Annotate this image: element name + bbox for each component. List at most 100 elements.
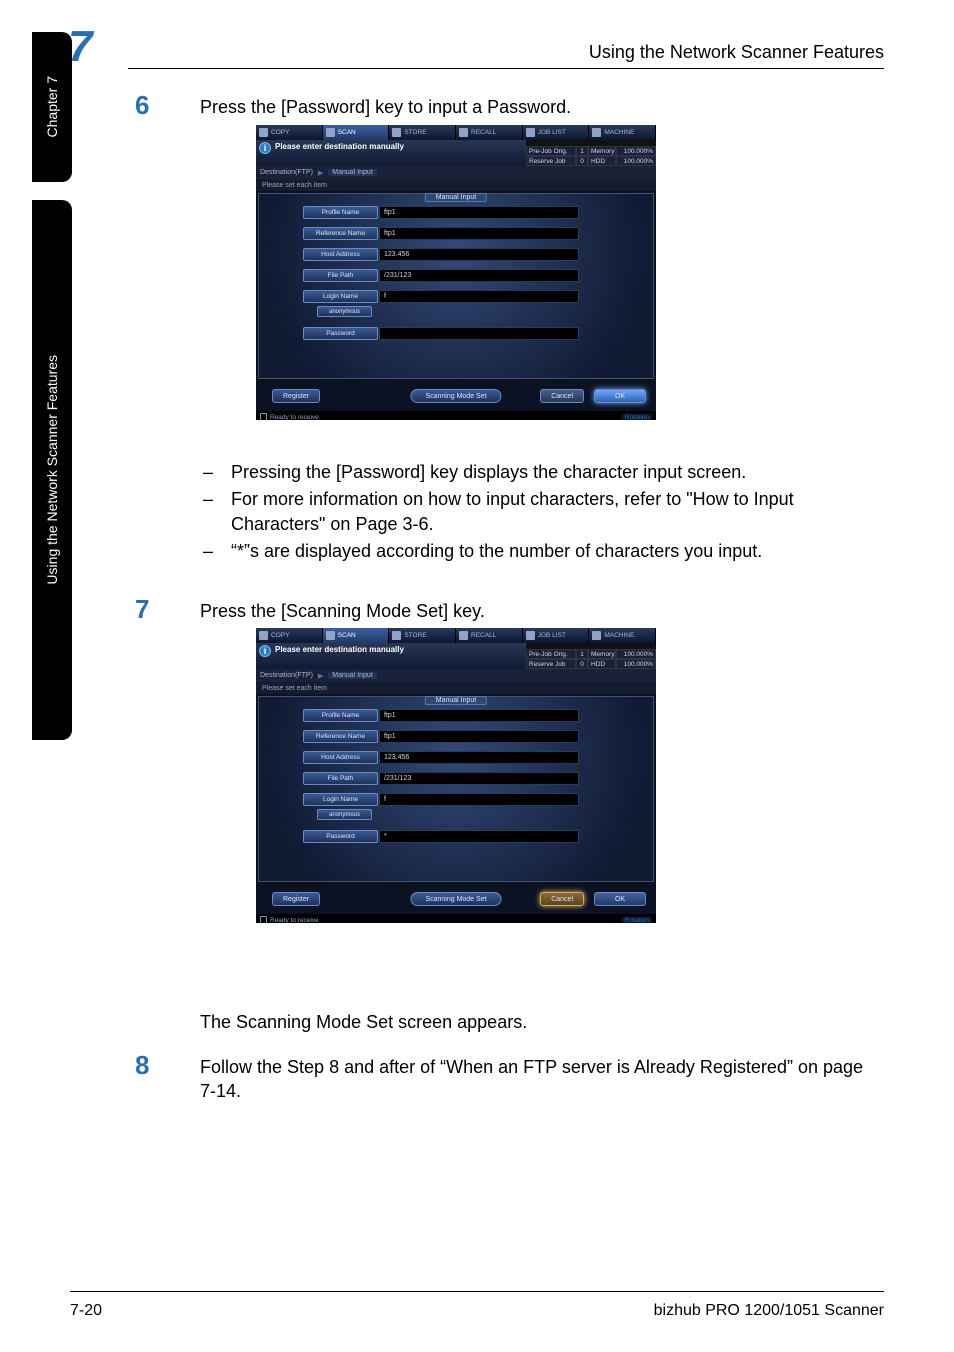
step-6-text: Press the [Password] key to input a Pass… [200,95,884,119]
ss-form-tab: Manual Input [425,696,487,705]
password-button[interactable]: Password [303,327,378,340]
login-name-value: f [379,290,579,303]
store-icon [392,631,401,640]
ss-tab-recall[interactable]: RECALL [456,628,523,643]
rotation-indicator: Rotation [622,917,652,924]
ss-message: iPlease enter destination manually [256,140,526,166]
ss-tab-recall[interactable]: RECALL [456,125,523,140]
footer-left: 7-20 [70,1302,102,1320]
bullet-2: For more information on how to input cha… [231,487,884,536]
register-button[interactable]: Register [272,892,320,906]
ss-tab-joblist[interactable]: JOB LIST [523,125,590,140]
info-icon: i [259,142,271,154]
login-name-value: f [379,793,579,806]
ok-button[interactable]: OK [594,892,646,906]
recall-icon [459,631,468,640]
screenshot-2: COPY SCAN STORE RECALL JOB LIST MACHINE … [256,628,656,923]
profile-name-value: ftp1 [379,709,579,722]
copy-icon [259,631,268,640]
step-6-number: 6 [135,90,149,121]
host-address-value: 123.456 [379,248,579,261]
dash: – [203,460,231,484]
chevron-right-icon: ▶ [318,169,323,177]
login-name-button[interactable]: Login Name [303,290,378,303]
store-icon [392,128,401,137]
scanning-mode-set-button[interactable]: Scanning Mode Set [410,389,501,403]
bullet-1: Pressing the [Password] key displays the… [231,460,884,484]
ss-tab-copy[interactable]: COPY [256,628,323,643]
scan-icon [326,128,335,137]
screenshot-1: COPY SCAN STORE RECALL JOB LIST MACHINE … [256,125,656,420]
chapter-tab-label: Chapter 7 [44,76,60,137]
ss-status-grid: Pre-Job Orig.1Memory100.000% Reserve Job… [526,140,656,166]
machine-icon [592,128,601,137]
scanning-mode-set-button[interactable]: Scanning Mode Set [410,892,501,906]
step-8-number: 8 [135,1050,149,1081]
host-address-button[interactable]: Host Address [303,751,378,764]
copy-icon [259,128,268,137]
ss-form: Manual Input Profile Nameftp1 Reference … [258,193,654,379]
ss-status-grid: Pre-Job Orig.1Memory100.000% Reserve Job… [526,643,656,669]
anonymous-button[interactable]: anonymous [317,809,372,820]
ss-statusbar: Ready to receive Rotation [256,914,656,923]
scanmode-appears-text: The Scanning Mode Set screen appears. [200,1010,884,1034]
dash: – [203,539,231,563]
bullet-3: “*”s are displayed according to the numb… [231,539,884,563]
breadcrumb: Destination(FTP)▶Manual Input [256,166,656,179]
password-button[interactable]: Password [303,830,378,843]
info-icon: i [259,645,271,657]
chevron-right-icon: ▶ [318,672,323,680]
lock-icon [260,413,267,420]
ss-tab-machine[interactable]: MACHINE [589,125,656,140]
ss-tabs: COPY SCAN STORE RECALL JOB LIST MACHINE [256,628,656,643]
feature-tab: Using the Network Scanner Features [32,200,72,740]
file-path-button[interactable]: File Path [303,269,378,282]
step-6-bullets: –Pressing the [Password] key displays th… [203,460,884,566]
reference-name-button[interactable]: Reference Name [303,730,378,743]
ss-tab-copy[interactable]: COPY [256,125,323,140]
ss-tab-store[interactable]: STORE [389,125,456,140]
password-value [379,327,579,340]
anonymous-button[interactable]: anonymous [317,306,372,317]
host-address-button[interactable]: Host Address [303,248,378,261]
host-address-value: 123.456 [379,751,579,764]
profile-name-value: ftp1 [379,206,579,219]
running-head: Using the Network Scanner Features [589,42,884,63]
breadcrumb: Destination(FTP)▶Manual Input [256,669,656,682]
chapter-number: 7 [68,22,92,72]
reference-name-button[interactable]: Reference Name [303,227,378,240]
ss-subtitle: Please set each item [256,682,656,694]
ss-form-tab: Manual Input [425,193,487,202]
profile-name-button[interactable]: Profile Name [303,709,378,722]
scan-icon [326,631,335,640]
ss-message: iPlease enter destination manually [256,643,526,669]
ss-tab-store[interactable]: STORE [389,628,456,643]
rule-bottom [70,1291,884,1292]
ss-tabs: COPY SCAN STORE RECALL JOB LIST MACHINE [256,125,656,140]
ss-tab-scan[interactable]: SCAN [323,628,390,643]
ss-tab-joblist[interactable]: JOB LIST [523,628,590,643]
login-name-button[interactable]: Login Name [303,793,378,806]
step-8-text: Follow the Step 8 and after of “When an … [200,1055,884,1104]
file-path-value: /231/123 [379,772,579,785]
file-path-button[interactable]: File Path [303,772,378,785]
cancel-button[interactable]: Cancel [540,892,584,906]
ss-bottom-bar: Register Scanning Mode Set Cancel OK [256,884,656,914]
rotation-indicator: Rotation [622,414,652,421]
ss-tab-scan[interactable]: SCAN [323,125,390,140]
chapter-tab: Chapter 7 [32,32,72,182]
ok-button[interactable]: OK [594,389,646,403]
register-button[interactable]: Register [272,389,320,403]
password-value: * [379,830,579,843]
ss-statusbar: Ready to receive Rotation [256,411,656,420]
ss-tab-machine[interactable]: MACHINE [589,628,656,643]
list-icon [526,128,535,137]
profile-name-button[interactable]: Profile Name [303,206,378,219]
list-icon [526,631,535,640]
lock-icon [260,916,267,923]
cancel-button[interactable]: Cancel [540,389,584,403]
feature-tab-label: Using the Network Scanner Features [44,355,60,585]
ss-form: Manual Input Profile Nameftp1 Reference … [258,696,654,882]
dash: – [203,487,231,536]
rule-top [128,68,884,69]
